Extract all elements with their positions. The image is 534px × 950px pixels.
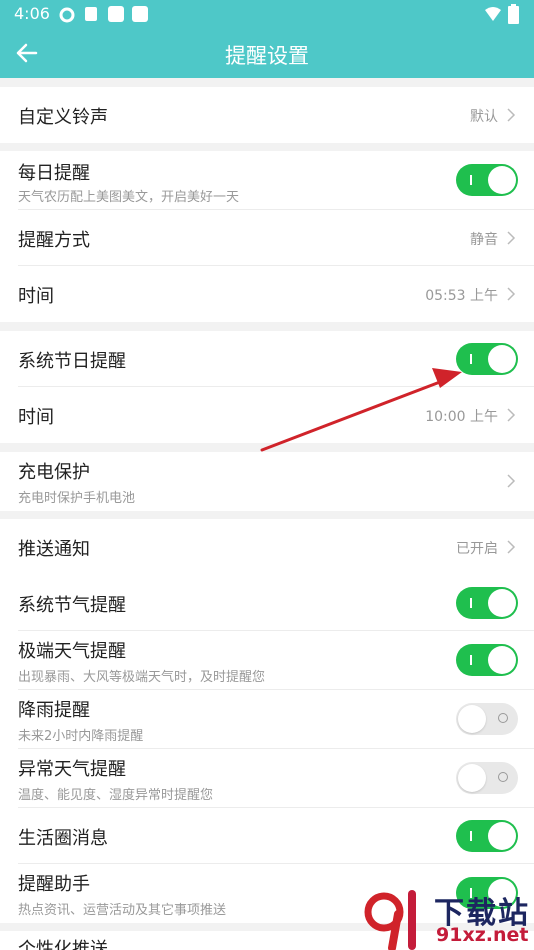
life-circle-toggle[interactable] [456,820,518,852]
row-description: 热点资讯、运营活动及其它事项推送 [18,903,227,918]
notification-icon [108,6,124,22]
row-charge-protection[interactable]: 充电保护 充电时保护手机电池 [0,452,534,511]
row-label: 推送通知 [18,539,90,560]
page-title: 提醒设置 [225,44,309,68]
row-label: 系统节气提醒 [18,595,126,616]
row-extreme-weather: 极端天气提醒 出现暴雨、大风等极端天气时，及时提醒您 [0,631,534,690]
row-label: 自定义铃声 [18,107,108,128]
row-value: 静音 [470,232,498,248]
app-notification-icon [85,7,97,21]
row-label: 充电保护 [18,462,90,483]
row-description: 天气农历配上美图美文，开启美好一天 [18,190,240,205]
row-label: 降雨提醒 [18,700,90,721]
row-label: 系统节日提醒 [18,351,126,372]
row-description: 未来2小时内降雨提醒 [18,729,144,744]
row-daily-reminder: 每日提醒 天气农历配上美图美文，开启美好一天 [0,151,534,210]
row-abnormal-weather: 异常天气提醒 温度、能见度、湿度异常时提醒您 [0,749,534,808]
solar-term-reminder-toggle[interactable] [456,587,518,619]
watermark-domain: 91xz.net [436,924,529,946]
row-label: 时间 [18,286,54,307]
chevron-right-icon [507,408,516,422]
row-label: 提醒助手 [18,874,90,895]
wifi-icon [485,7,501,21]
row-description: 充电时保护手机电池 [18,491,136,506]
row-label: 异常天气提醒 [18,759,126,780]
row-rain-reminder: 降雨提醒 未来2小时内降雨提醒 [0,690,534,749]
row-custom-ringtone[interactable]: 自定义铃声 默认 [0,87,534,143]
row-value: 10:00 上午 [425,409,498,425]
row-label: 提醒方式 [18,230,90,251]
row-label: 时间 [18,407,54,428]
chevron-right-icon [507,540,516,554]
row-label: 每日提醒 [18,163,90,184]
row-push-notifications[interactable]: 推送通知 已开启 [0,519,534,575]
chevron-right-icon [507,287,516,301]
chevron-right-icon [507,108,516,122]
row-reminder-method[interactable]: 提醒方式 静音 [0,210,534,266]
watermark: 下载站 91xz.net [362,888,534,950]
row-label: 生活圈消息 [18,828,108,849]
notification-icon [132,6,148,22]
watermark-logo [364,890,416,950]
row-holiday-time[interactable]: 时间 10:00 上午 [0,387,534,443]
battery-icon [508,4,519,24]
row-life-circle: 生活圈消息 [0,808,534,864]
row-value: 已开启 [456,541,498,557]
row-daily-time[interactable]: 时间 05:53 上午 [0,266,534,322]
row-description: 出现暴雨、大风等极端天气时，及时提醒您 [18,670,266,685]
extreme-weather-toggle[interactable] [456,644,518,676]
row-label: 个性化推送 [18,939,108,950]
abnormal-weather-toggle[interactable] [456,762,518,794]
holiday-reminder-toggle[interactable] [456,343,518,375]
row-value: 05:53 上午 [425,288,498,304]
app-bar: 提醒设置 [0,28,534,78]
rain-reminder-toggle[interactable] [456,703,518,735]
status-time: 4:06 [14,4,50,23]
row-holiday-reminder: 系统节日提醒 [0,331,534,387]
row-solar-term-reminder: 系统节气提醒 [0,575,534,631]
row-label: 极端天气提醒 [18,641,126,662]
daily-reminder-toggle[interactable] [456,164,518,196]
chevron-right-icon [507,231,516,245]
row-description: 温度、能见度、湿度异常时提醒您 [18,788,214,803]
sync-icon [59,7,75,23]
chevron-right-icon [507,474,516,488]
status-bar: 4:06 [0,0,534,28]
row-value: 默认 [470,109,498,125]
